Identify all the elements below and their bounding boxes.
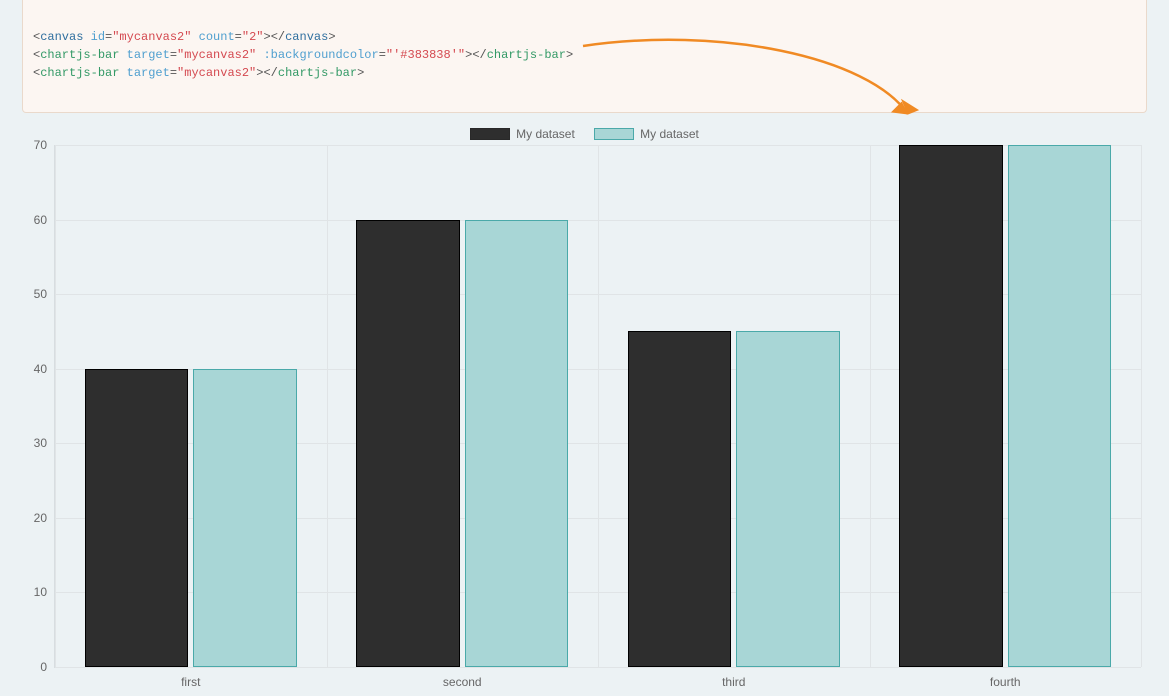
y-tick: 60 — [25, 213, 55, 227]
legend-swatch-2 — [594, 128, 634, 140]
y-tick: 70 — [25, 138, 55, 152]
bar[interactable] — [736, 331, 839, 667]
legend-item-1[interactable]: My dataset — [470, 127, 575, 141]
gridline-h — [55, 667, 1141, 668]
code-line-3: <chartjs-bar target="mycanvas2"></chartj… — [33, 66, 364, 80]
bar[interactable] — [85, 369, 188, 667]
bar[interactable] — [628, 331, 731, 667]
bar[interactable] — [356, 220, 459, 667]
bar[interactable] — [1008, 145, 1111, 667]
chart-legend: My dataset My dataset — [22, 127, 1147, 143]
bar[interactable] — [193, 369, 296, 667]
x-tick: first — [181, 667, 200, 689]
y-tick: 0 — [25, 660, 55, 674]
code-line-2: <chartjs-bar target="mycanvas2" :backgro… — [33, 48, 573, 62]
x-tick: fourth — [990, 667, 1021, 689]
legend-swatch-1 — [470, 128, 510, 140]
gridline-v — [1141, 145, 1142, 667]
code-line-1: <canvas id="mycanvas2" count="2"></canva… — [33, 30, 336, 44]
x-tick: third — [722, 667, 745, 689]
y-tick: 10 — [25, 585, 55, 599]
bar-chart: My dataset My dataset 010203040506070fir… — [22, 121, 1147, 696]
bar[interactable] — [465, 220, 568, 667]
legend-label-2: My dataset — [640, 127, 699, 141]
gridline-v — [55, 145, 56, 667]
x-tick: second — [443, 667, 482, 689]
gridline-v — [327, 145, 328, 667]
gridline-v — [870, 145, 871, 667]
code-example: <canvas id="mycanvas2" count="2"></canva… — [22, 0, 1147, 113]
gridline-v — [598, 145, 599, 667]
legend-label-1: My dataset — [516, 127, 575, 141]
y-tick: 40 — [25, 362, 55, 376]
y-tick: 20 — [25, 511, 55, 525]
legend-item-2[interactable]: My dataset — [594, 127, 699, 141]
y-tick: 50 — [25, 287, 55, 301]
y-tick: 30 — [25, 436, 55, 450]
bar[interactable] — [899, 145, 1002, 667]
plot-area: 010203040506070firstsecondthirdfourth — [54, 145, 1141, 668]
